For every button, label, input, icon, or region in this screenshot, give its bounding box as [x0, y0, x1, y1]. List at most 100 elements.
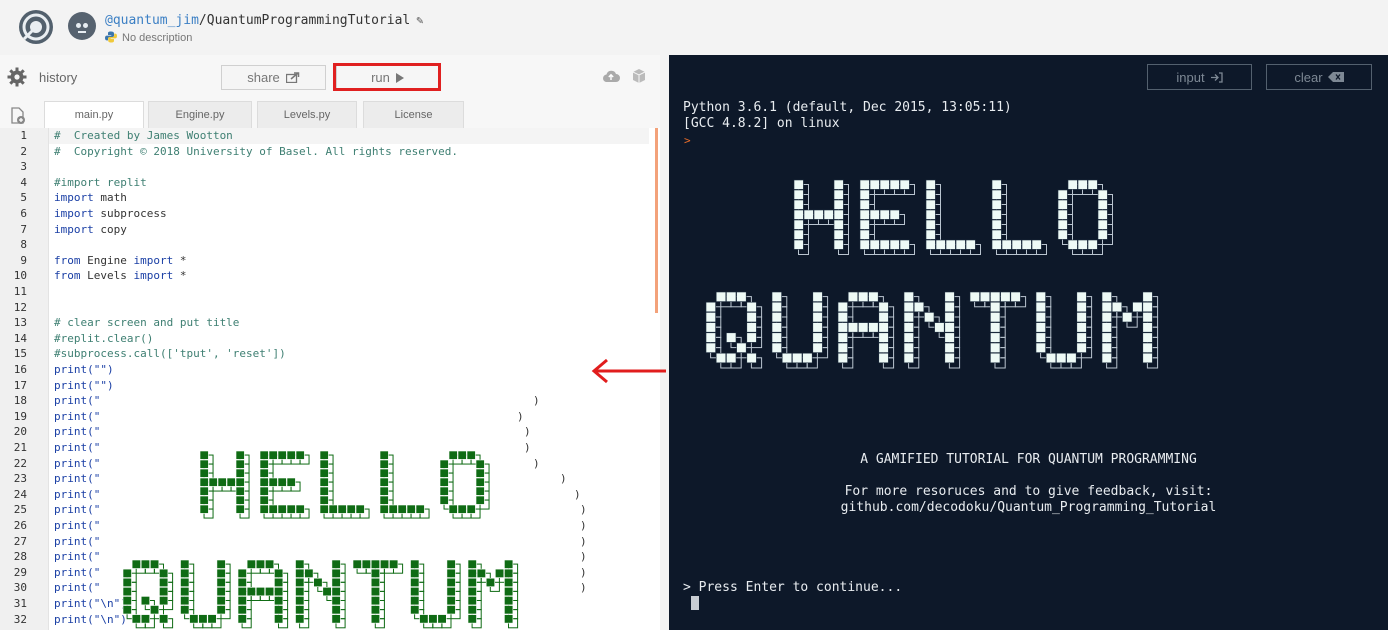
history-link[interactable]: history: [39, 70, 77, 85]
left-arrow-icon: [591, 358, 666, 384]
line-number: 17: [13, 378, 27, 392]
tab-license[interactable]: License: [363, 101, 464, 128]
line-number: 1: [20, 129, 27, 142]
file-tabs: main.py Engine.py Levels.py License: [0, 100, 660, 128]
line-number: 13: [13, 316, 27, 330]
play-icon: [395, 72, 404, 83]
banner-word-quantum: [705, 291, 1159, 369]
code-line: #replit.clear(): [54, 331, 154, 345]
run-button[interactable]: run: [336, 65, 439, 90]
code-line-closer: ): [524, 441, 531, 454]
banner-word-hello: [793, 179, 1113, 255]
line-number: 32: [13, 612, 27, 626]
line-number-gutter: 1 2 3 4 5 6 7 8 9 10 11 12 13 14 15 16 17 18 19 20 21 22 23 24 2…: [0, 128, 49, 630]
replit-logo-icon[interactable]: [18, 9, 54, 45]
line-number: 30: [13, 581, 27, 595]
code-line: print(": [54, 472, 101, 486]
line-number: 10: [13, 269, 27, 283]
line-number: 22: [13, 456, 27, 470]
line-number: 24: [13, 487, 27, 501]
editor-pane: history share run main.py Engine.py Leve…: [0, 55, 660, 630]
code-line-closer: ): [580, 565, 587, 579]
share-button[interactable]: share: [221, 65, 326, 90]
line-number: 28: [13, 550, 27, 564]
code-line: print("\n"): [54, 597, 127, 610]
code-editor[interactable]: 1 2 3 4 5 6 7 8 9 10 11 12 13 14 15 16 17 18 19 20 21 22 23 24 2…: [0, 128, 660, 630]
repl-description: No description: [105, 31, 192, 44]
code-line: print(": [54, 550, 101, 564]
line-number: 11: [13, 285, 27, 298]
code-line: # Created by James Wootton: [54, 129, 233, 142]
line-number: 9: [20, 253, 27, 267]
code-line-closer: ): [533, 456, 540, 470]
line-number: 2: [20, 144, 27, 158]
code-line: print(": [54, 581, 101, 595]
repl-title: @quantum_jim/QuantumProgrammingTutorial ✎: [105, 13, 423, 28]
user-avatar[interactable]: [68, 12, 96, 40]
code-line-closer: ): [533, 394, 540, 408]
code-line: print(": [54, 534, 101, 548]
code-line: print(": [54, 425, 101, 439]
ascii-art-title-banner: [705, 179, 1159, 369]
repl-name: QuantumProgrammingTutorial: [206, 13, 411, 28]
code-line-closer: ): [580, 503, 587, 517]
code-line: import copy: [54, 222, 127, 236]
tab-levels-py[interactable]: Levels.py: [257, 101, 357, 128]
line-number: 27: [13, 534, 27, 548]
new-file-icon[interactable]: [10, 107, 26, 125]
editor-scrollbar[interactable]: [655, 128, 658, 313]
line-number: 8: [20, 238, 27, 252]
code-line-closer: ): [580, 519, 587, 532]
line-number: 18: [13, 394, 27, 408]
line-number: 29: [13, 565, 27, 579]
line-number: 23: [13, 472, 27, 486]
line-number: 20: [13, 425, 27, 439]
code-line: # Copyright © 2018 University of Basel. …: [54, 144, 458, 158]
owner-link[interactable]: @quantum_jim: [105, 13, 199, 28]
code-line: print(": [54, 409, 101, 423]
line-number: 25: [13, 503, 27, 517]
code-banner-word-quantum: [122, 559, 519, 629]
line-number: 6: [20, 207, 27, 220]
feedback-text: For more resoruces and to give feedback,…: [844, 484, 1213, 499]
cloud-upload-icon[interactable]: [602, 69, 620, 83]
code-line: print(": [54, 503, 101, 517]
code-line-closer: ): [517, 409, 524, 423]
code-line: print(": [54, 441, 101, 454]
code-line-closer: ): [580, 534, 587, 548]
line-number: 3: [20, 160, 27, 174]
code-line: print(": [54, 565, 101, 579]
tab-main-py[interactable]: main.py: [44, 101, 144, 128]
code-line: print(""): [54, 363, 114, 376]
line-number: 15: [13, 347, 27, 361]
github-link[interactable]: github.com/decodoku/Quantum_Programming_…: [669, 500, 1388, 515]
line-number: 16: [13, 363, 27, 376]
code-line: #subprocess.call(['tput', 'reset']): [54, 347, 286, 361]
code-line: import subprocess: [54, 207, 167, 220]
code-line: print("\n"): [54, 612, 127, 626]
code-line: print(": [54, 394, 101, 408]
line-number: 7: [20, 222, 27, 236]
tab-engine-py[interactable]: Engine.py: [148, 101, 252, 128]
settings-gear-icon[interactable]: [7, 67, 27, 87]
line-number: 5: [20, 191, 27, 205]
console-cursor: [691, 596, 699, 610]
code-line: from Levels import *: [54, 269, 187, 283]
python-icon: [105, 31, 117, 43]
package-cube-icon[interactable]: [632, 68, 646, 84]
code-line: import math: [54, 191, 127, 205]
code-line: print(": [54, 487, 101, 501]
edit-pencil-icon[interactable]: ✎: [416, 13, 423, 27]
code-line-closer: ): [524, 425, 531, 439]
line-number: 31: [13, 597, 27, 610]
code-banner-word-hello: [199, 450, 490, 519]
code-line: #import replit: [54, 175, 147, 189]
code-line: from Engine import *: [54, 253, 187, 267]
press-enter-prompt: > Press Enter to continue...: [683, 580, 903, 595]
line-number: 26: [13, 519, 27, 532]
code-line: print(": [54, 519, 101, 532]
code-line: print(""): [54, 378, 114, 392]
line-number: 19: [13, 409, 27, 423]
code-line: # clear screen and put title: [54, 316, 240, 330]
console-pane[interactable]: input clear Python 3.6.1 (default, Dec 2…: [669, 55, 1388, 630]
